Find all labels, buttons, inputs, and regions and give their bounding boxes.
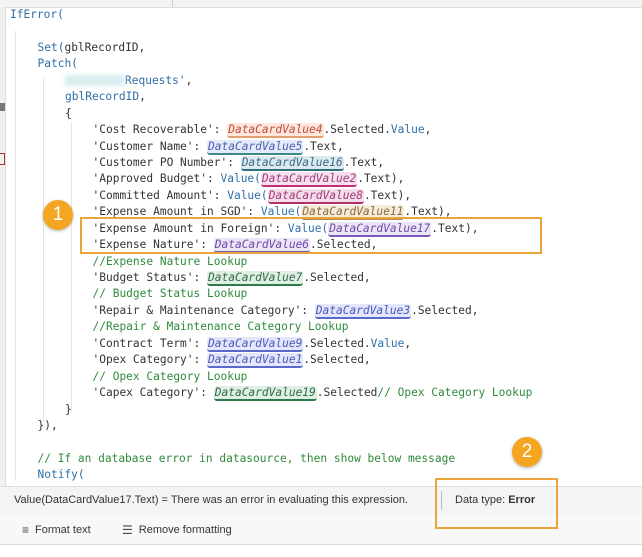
code-token: .Selected, [411,303,479,317]
code-token: Value( [220,172,261,186]
code-line: 'Opex Category': DataCardValue1.Selected… [10,352,532,369]
code-line: //Expense Nature Lookup [10,254,532,270]
expression-result: Value(DataCardValue17.Text) = There was … [14,494,409,506]
code-token: , [139,90,146,104]
code-token: .Text), [363,188,412,202]
code-token: 'Committed Amount': [92,188,228,202]
control-reference: DataCardValue16 [240,155,344,171]
highlight-box-2 [435,478,558,529]
code-token: , [185,73,193,87]
code-line: 'Customer PO Number': DataCardValue16.Te… [10,155,532,171]
control-reference: DataCardValue5 [207,139,304,155]
code-line: 'Capex Category': DataCardValue19.Select… [10,385,533,402]
code-token: // Opex Category Lookup [377,386,533,400]
code-token: .Text), [357,172,405,186]
code-line: 'Customer Name': DataCardValue5.Text, [10,139,532,155]
code-token: Value [390,123,425,137]
remove-formatting-button[interactable]: ☰ Remove formatting [122,523,232,537]
code-token: // Opex Category Lookup [92,369,248,383]
code-token: Value [370,336,405,350]
annotation-badge-1: 1 [43,200,73,230]
code-token: .Text, [343,155,385,169]
code-token: 'Repair & Maintenance Category': [92,303,315,317]
control-reference: DataCardValue19 [213,386,317,402]
code-token: 'Approved Budget': [92,172,221,186]
bottom-area [0,545,642,557]
code-token: 'Customer Name': [92,139,208,153]
code-line: gblRecordID, [10,89,532,105]
code-token: }), [37,418,58,432]
code-line: 'Contract Term': DataCardValue9.Selected… [10,336,532,352]
code-token: Patch( [37,57,78,71]
code-line: { [10,106,532,122]
code-token: .Selected, [303,271,371,284]
code-token: //Repair & Maintenance Category Lookup [92,320,349,334]
code-token: 'Cost Recoverable': [92,123,228,137]
code-line: // Budget Status Lookup [10,286,532,302]
code-line: 'Cost Recoverable': DataCardValue4.Selec… [10,122,532,139]
code-token: .Selected [316,386,378,400]
code-token: IfError( [10,8,64,21]
code-line: Set(gblRecordID, [10,40,532,56]
code-token: .Selected. [303,336,371,350]
code-token: Set( [37,40,65,54]
control-reference: DataCardValue9 [207,336,304,352]
code-token: 'Capex Category': [92,386,214,400]
top-divider [172,0,173,7]
control-reference: DataCardValue7 [207,271,304,286]
control-reference: DataCardValue8 [267,188,364,204]
code-token: .Text, [303,139,344,153]
control-reference: DataCardValue1 [207,353,304,369]
code-token: //Expense Nature Lookup [92,254,248,268]
code-token: .Selected. [323,123,391,137]
highlight-box-1 [80,217,542,254]
code-token: 'Contract Term': [92,336,208,350]
control-reference: DataCardValue3 [314,303,412,319]
control-reference: DataCardValue2 [260,172,358,188]
code-token: // If an database error in datasource, t… [37,451,456,465]
panel-icon[interactable] [0,103,5,111]
control-reference: DataCardValue4 [227,123,324,139]
code-token: { [65,106,72,120]
code-line: 'Committed Amount': Value(DataCardValue8… [10,188,532,204]
code-token: gblRecordID, [64,40,146,54]
code-line: 'Budget Status': DataCardValue7.Selected… [10,270,532,286]
code-line: Requests', [10,73,532,89]
code-line: //Repair & Maintenance Category Lookup [10,319,532,335]
code-line: // Opex Category Lookup [10,369,532,385]
home-icon[interactable] [0,153,5,165]
remove-formatting-icon: ☰ [122,523,133,537]
code-token: Notify( [37,468,85,482]
code-token: // Budget Status Lookup [92,287,248,301]
code-token: gblRecordID [65,90,140,104]
code-line: IfError( [10,7,532,23]
code-token: 'Customer PO Number': [92,155,241,169]
code-line: }), [10,418,532,434]
code-line: // If an database error in datasource, t… [10,451,532,467]
code-line: 'Repair & Maintenance Category': DataCar… [10,303,532,319]
code-token: 'Budget Status': [92,271,208,284]
code-token: , [404,336,412,350]
annotation-badge-2: 2 [512,437,542,467]
code-token: , [424,123,432,137]
code-token: } [65,402,72,416]
code-token: .Selected, [303,353,371,367]
redacted-text [65,75,125,87]
code-token: 'Opex Category': [92,353,208,367]
code-token: Requests' [125,73,186,87]
format-text-icon: ≡ [22,523,30,537]
code-line: 'Approved Budget': Value(DataCardValue2.… [10,171,532,188]
code-line: } [10,402,532,418]
code-token: Value( [227,188,268,202]
code-line: Patch( [10,56,532,72]
format-text-button[interactable]: ≡ Format text [22,523,91,537]
